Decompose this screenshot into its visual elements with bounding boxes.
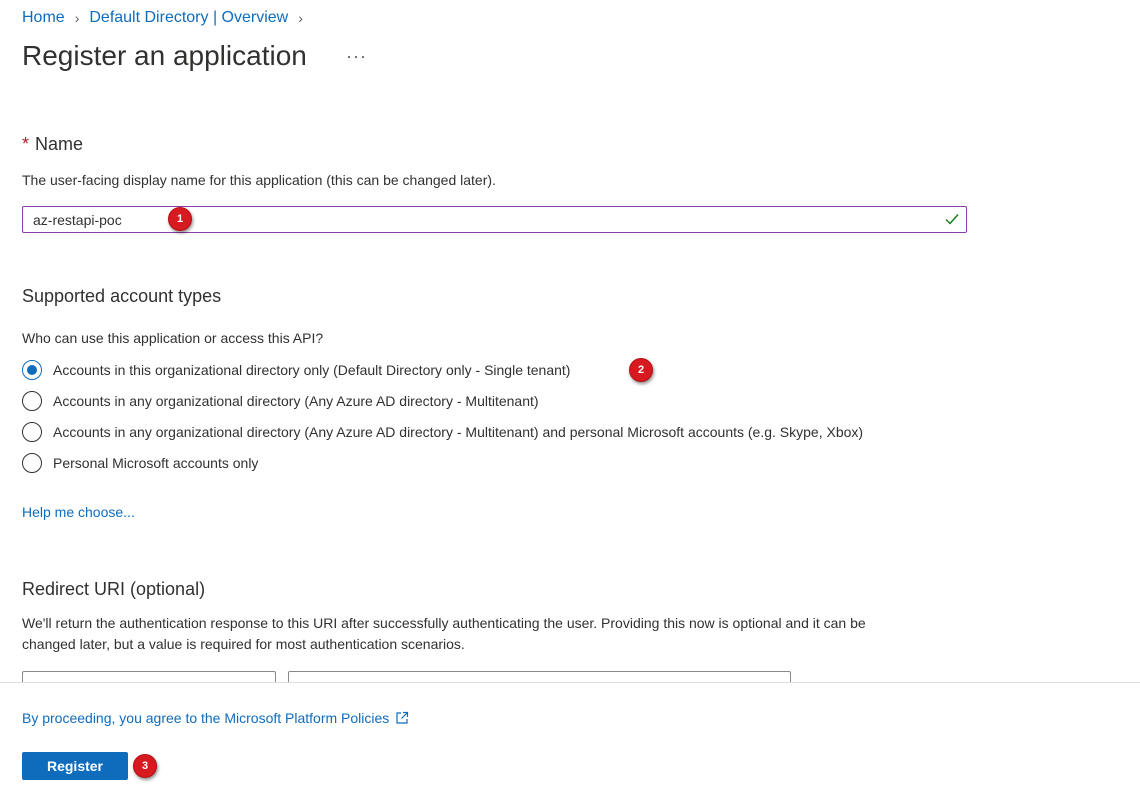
radio-label: Personal Microsoft accounts only [53,455,259,471]
name-input[interactable] [33,210,913,230]
radio-button[interactable] [22,422,42,442]
radio-option-personal-only[interactable]: Personal Microsoft accounts only [22,453,258,473]
breadcrumb-directory-link[interactable]: Default Directory | Overview [89,9,288,27]
help-me-choose-link[interactable]: Help me choose... [22,504,135,520]
chevron-right-icon: › [74,10,80,26]
account-types-title: Supported account types [22,286,222,306]
required-mark: * [22,134,30,154]
checkmark-icon [945,214,959,225]
radio-label: Accounts in any organizational directory… [53,424,864,440]
name-description: The user-facing display name for this ap… [22,172,496,188]
redirect-uri-description-line2: changed later, but a value is required f… [22,636,465,652]
radio-label: Accounts in any organizational directory… [53,393,539,409]
breadcrumb: Home › Default Directory | Overview › [22,9,313,27]
radio-option-single-tenant[interactable]: Accounts in this organizational director… [22,360,570,380]
radio-option-multitenant-personal[interactable]: Accounts in any organizational directory… [22,422,863,442]
name-field [22,206,967,233]
radio-button[interactable] [22,360,42,380]
radio-label: Accounts in this organizational director… [53,362,571,378]
name-label: * Name [22,134,83,155]
name-label-text: Name [35,134,84,154]
annotation-badge-2: 2 [629,358,653,382]
chevron-right-icon: › [298,10,303,26]
more-options-icon[interactable]: ··· [346,46,367,67]
register-button[interactable]: Register [22,752,128,780]
platform-policies-text: By proceeding, you agree to the Microsof… [22,710,390,726]
redirect-uri-title: Redirect URI (optional) [22,579,206,599]
page-title: Register an application [22,40,307,71]
external-link-icon [396,711,409,724]
radio-button[interactable] [22,391,42,411]
account-types-question: Who can use this application or access t… [22,330,324,346]
footer-bar [0,682,1140,792]
breadcrumb-home-link[interactable]: Home [22,9,65,27]
annotation-badge-3: 3 [133,754,157,778]
redirect-uri-description-line1: We'll return the authentication response… [22,615,866,631]
radio-button[interactable] [22,453,42,473]
radio-option-multitenant[interactable]: Accounts in any organizational directory… [22,391,539,411]
platform-policies-link[interactable]: By proceeding, you agree to the Microsof… [22,710,409,726]
annotation-badge-1: 1 [168,207,192,231]
